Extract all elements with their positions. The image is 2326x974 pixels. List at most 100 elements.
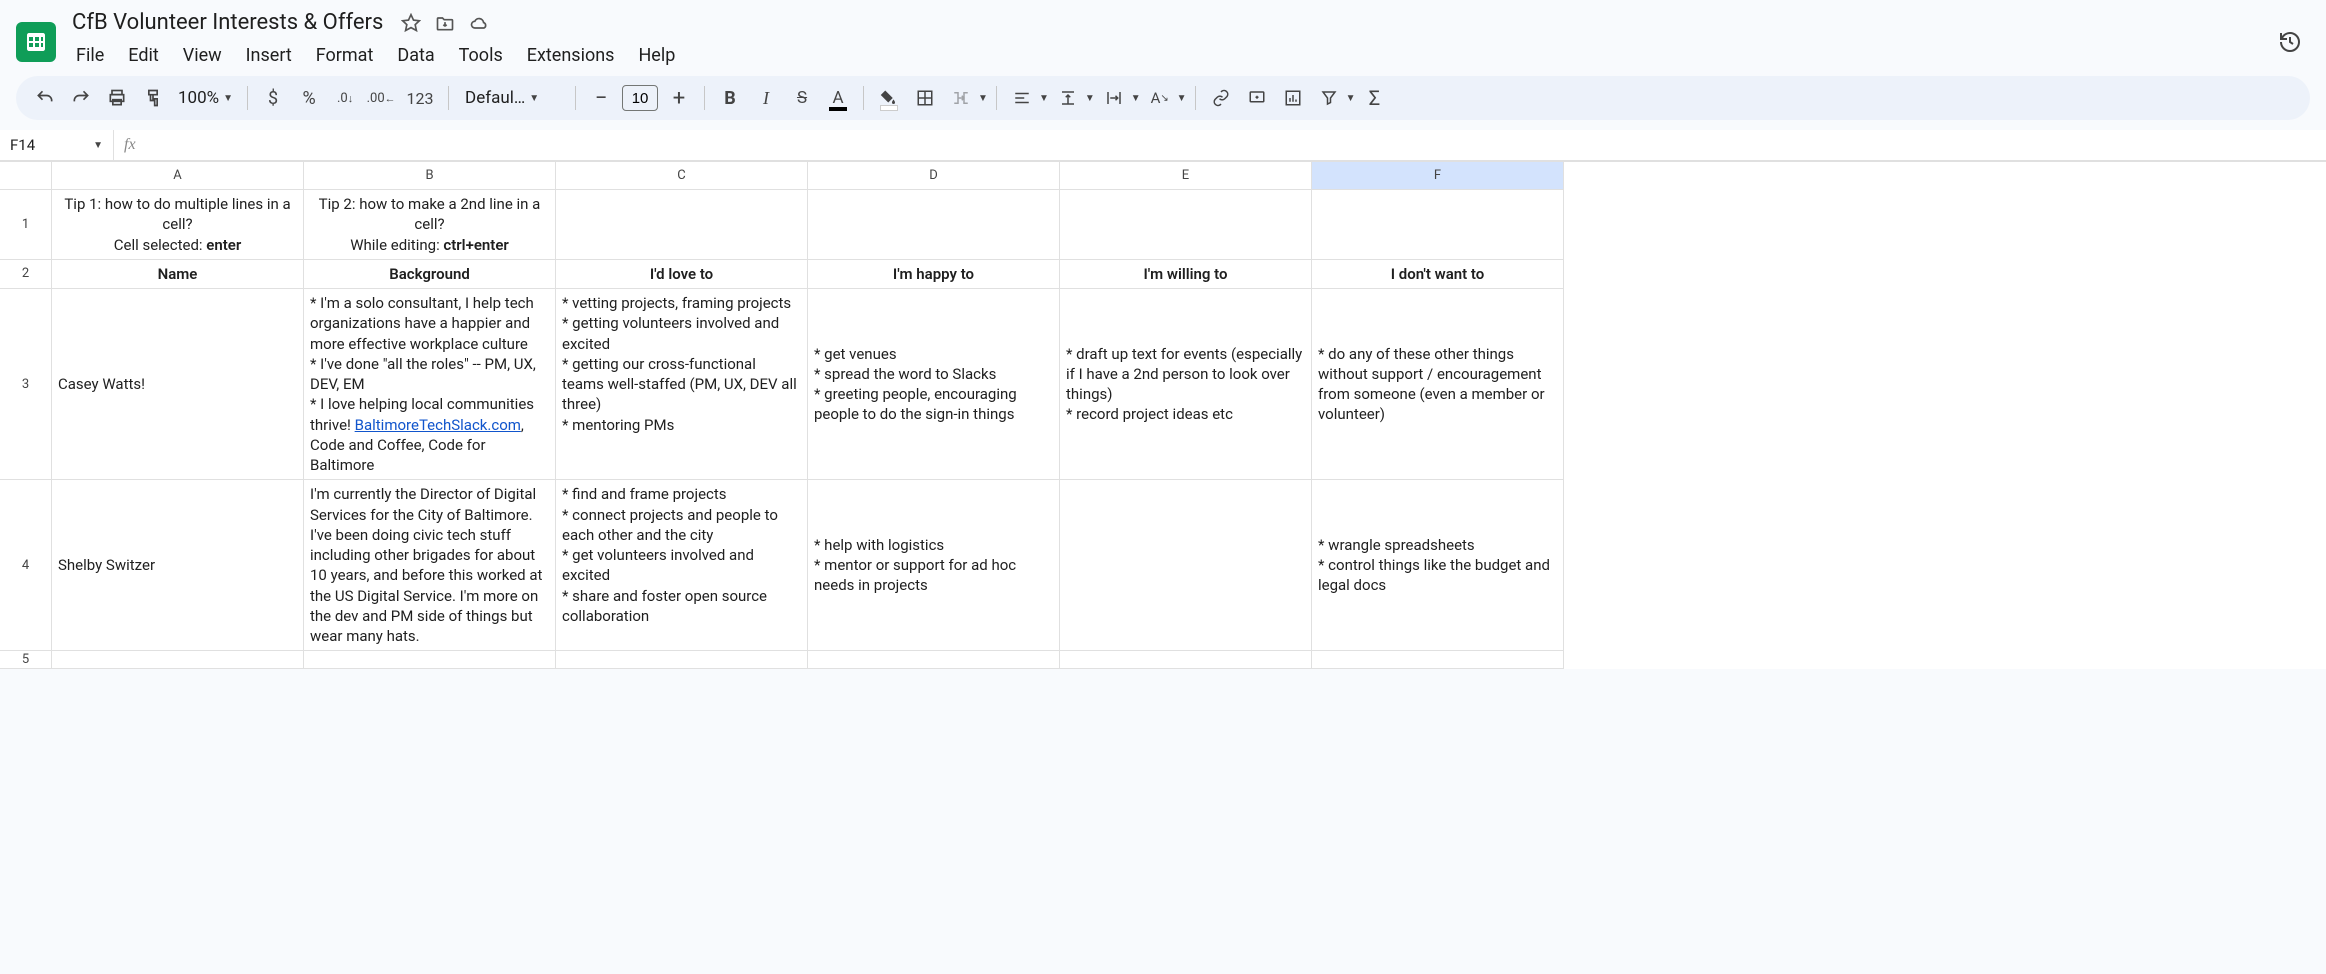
- menu-data[interactable]: Data: [387, 41, 444, 70]
- cell-A5[interactable]: [52, 651, 304, 669]
- row-header-5[interactable]: 5: [0, 651, 52, 669]
- cell-F1[interactable]: [1312, 190, 1564, 260]
- insert-link-button[interactable]: [1204, 82, 1238, 114]
- cell-B5[interactable]: [304, 651, 556, 669]
- toolbar: 100%▼ $ % .0↓ .00← 123 Defaul…▼ − + B I …: [16, 76, 2310, 120]
- row-header-4[interactable]: 4: [0, 480, 52, 651]
- text-color-button[interactable]: A: [821, 82, 855, 114]
- cell-C1[interactable]: [556, 190, 808, 260]
- menu-file[interactable]: File: [66, 41, 114, 70]
- horizontal-align-button[interactable]: [1005, 82, 1039, 114]
- menu-insert[interactable]: Insert: [236, 41, 302, 70]
- cell-F4[interactable]: * wrangle spreadsheets* control things l…: [1312, 480, 1564, 651]
- cell-F2[interactable]: I don't want to: [1312, 260, 1564, 289]
- column-header-E[interactable]: E: [1060, 162, 1312, 190]
- formula-bar[interactable]: [146, 131, 2326, 160]
- column-header-B[interactable]: B: [304, 162, 556, 190]
- functions-button[interactable]: Σ: [1357, 82, 1391, 114]
- cell-B2[interactable]: Background: [304, 260, 556, 289]
- column-header-A[interactable]: A: [52, 162, 304, 190]
- font-size-input[interactable]: [622, 85, 658, 111]
- cell-D1[interactable]: [808, 190, 1060, 260]
- cell-E3[interactable]: * draft up text for events (especially i…: [1060, 289, 1312, 480]
- column-header-C[interactable]: C: [556, 162, 808, 190]
- cell-F3[interactable]: * do any of these other things without s…: [1312, 289, 1564, 480]
- cell-C3[interactable]: * vetting projects, framing projects* ge…: [556, 289, 808, 480]
- cell-B4[interactable]: I'm currently the Director of Digital Se…: [304, 480, 556, 651]
- font-family-dropdown[interactable]: Defaul…▼: [457, 88, 567, 108]
- merge-cells-button[interactable]: [944, 82, 978, 114]
- text-wrap-button[interactable]: [1097, 82, 1131, 114]
- increase-decimal-button[interactable]: .00←: [364, 82, 398, 114]
- row-header-1[interactable]: 1: [0, 190, 52, 260]
- bold-button[interactable]: B: [713, 82, 747, 114]
- cell-A3[interactable]: Casey Watts!: [52, 289, 304, 480]
- cell-F5[interactable]: [1312, 651, 1564, 669]
- document-title[interactable]: CfB Volunteer Interests & Offers: [66, 8, 389, 37]
- menu-help[interactable]: Help: [628, 41, 685, 70]
- cell-D4[interactable]: * help with logistics* mentor or support…: [808, 480, 1060, 651]
- cell-A1[interactable]: Tip 1: how to do multiple lines in a cel…: [52, 190, 304, 260]
- cloud-status-icon[interactable]: [469, 13, 489, 33]
- menu-edit[interactable]: Edit: [118, 41, 168, 70]
- text-rotation-button[interactable]: A↘: [1143, 82, 1177, 114]
- cell-A4[interactable]: Shelby Switzer: [52, 480, 304, 651]
- merge-dropdown-icon[interactable]: ▼: [978, 93, 988, 104]
- redo-button[interactable]: [64, 82, 98, 114]
- star-icon[interactable]: [401, 13, 421, 33]
- row-header-3[interactable]: 3: [0, 289, 52, 480]
- decrease-font-size-button[interactable]: −: [584, 82, 618, 114]
- italic-button[interactable]: I: [749, 82, 783, 114]
- zoom-dropdown[interactable]: 100%▼: [172, 88, 239, 108]
- undo-button[interactable]: [28, 82, 62, 114]
- move-icon[interactable]: [435, 13, 455, 33]
- menu-tools[interactable]: Tools: [449, 41, 513, 70]
- spreadsheet-grid[interactable]: ABCDEF 1Tip 1: how to do multiple lines i…: [0, 161, 2326, 669]
- menu-view[interactable]: View: [173, 41, 232, 70]
- format-currency-button[interactable]: $: [256, 82, 290, 114]
- menu-format[interactable]: Format: [306, 41, 384, 70]
- wrap-dropdown-icon[interactable]: ▼: [1131, 93, 1141, 104]
- more-formats-button[interactable]: 123: [400, 82, 440, 114]
- cell-B1[interactable]: Tip 2: how to make a 2nd line in a cell?…: [304, 190, 556, 260]
- fill-color-button[interactable]: [872, 82, 906, 114]
- cell-E5[interactable]: [1060, 651, 1312, 669]
- cell-C2[interactable]: I'd love to: [556, 260, 808, 289]
- filter-dropdown-icon[interactable]: ▼: [1346, 93, 1356, 104]
- cell-E4[interactable]: [1060, 480, 1312, 651]
- cell-link[interactable]: BaltimoreTechSlack.com: [355, 416, 521, 434]
- cell-C5[interactable]: [556, 651, 808, 669]
- cell-A2[interactable]: Name: [52, 260, 304, 289]
- name-box[interactable]: F14▼: [0, 130, 114, 160]
- print-button[interactable]: [100, 82, 134, 114]
- paint-format-button[interactable]: [136, 82, 170, 114]
- cell-D3[interactable]: * get venues* spread the word to Slacks*…: [808, 289, 1060, 480]
- column-header-F[interactable]: F: [1312, 162, 1564, 190]
- sheets-logo[interactable]: [16, 22, 56, 62]
- filter-button[interactable]: [1312, 82, 1346, 114]
- select-all-corner[interactable]: [0, 162, 52, 190]
- menu-extensions[interactable]: Extensions: [517, 41, 625, 70]
- vertical-align-button[interactable]: [1051, 82, 1085, 114]
- rotation-dropdown-icon[interactable]: ▼: [1177, 93, 1187, 104]
- cell-E1[interactable]: [1060, 190, 1312, 260]
- borders-button[interactable]: [908, 82, 942, 114]
- activity-history-icon[interactable]: [2270, 22, 2310, 62]
- cell-E2[interactable]: I'm willing to: [1060, 260, 1312, 289]
- cell-B3[interactable]: * I'm a solo consultant, I help tech org…: [304, 289, 556, 480]
- strikethrough-button[interactable]: S: [785, 82, 819, 114]
- decrease-decimal-button[interactable]: .0↓: [328, 82, 362, 114]
- menu-bar: FileEditViewInsertFormatDataToolsExtensi…: [66, 37, 2260, 76]
- h-align-dropdown-icon[interactable]: ▼: [1039, 93, 1049, 104]
- v-align-dropdown-icon[interactable]: ▼: [1085, 93, 1095, 104]
- insert-comment-button[interactable]: [1240, 82, 1274, 114]
- row-header-2[interactable]: 2: [0, 260, 52, 289]
- insert-chart-button[interactable]: [1276, 82, 1310, 114]
- fx-icon: fx: [114, 136, 146, 154]
- increase-font-size-button[interactable]: +: [662, 82, 696, 114]
- cell-C4[interactable]: * find and frame projects* connect proje…: [556, 480, 808, 651]
- column-header-D[interactable]: D: [808, 162, 1060, 190]
- cell-D2[interactable]: I'm happy to: [808, 260, 1060, 289]
- cell-D5[interactable]: [808, 651, 1060, 669]
- format-percent-button[interactable]: %: [292, 82, 326, 114]
